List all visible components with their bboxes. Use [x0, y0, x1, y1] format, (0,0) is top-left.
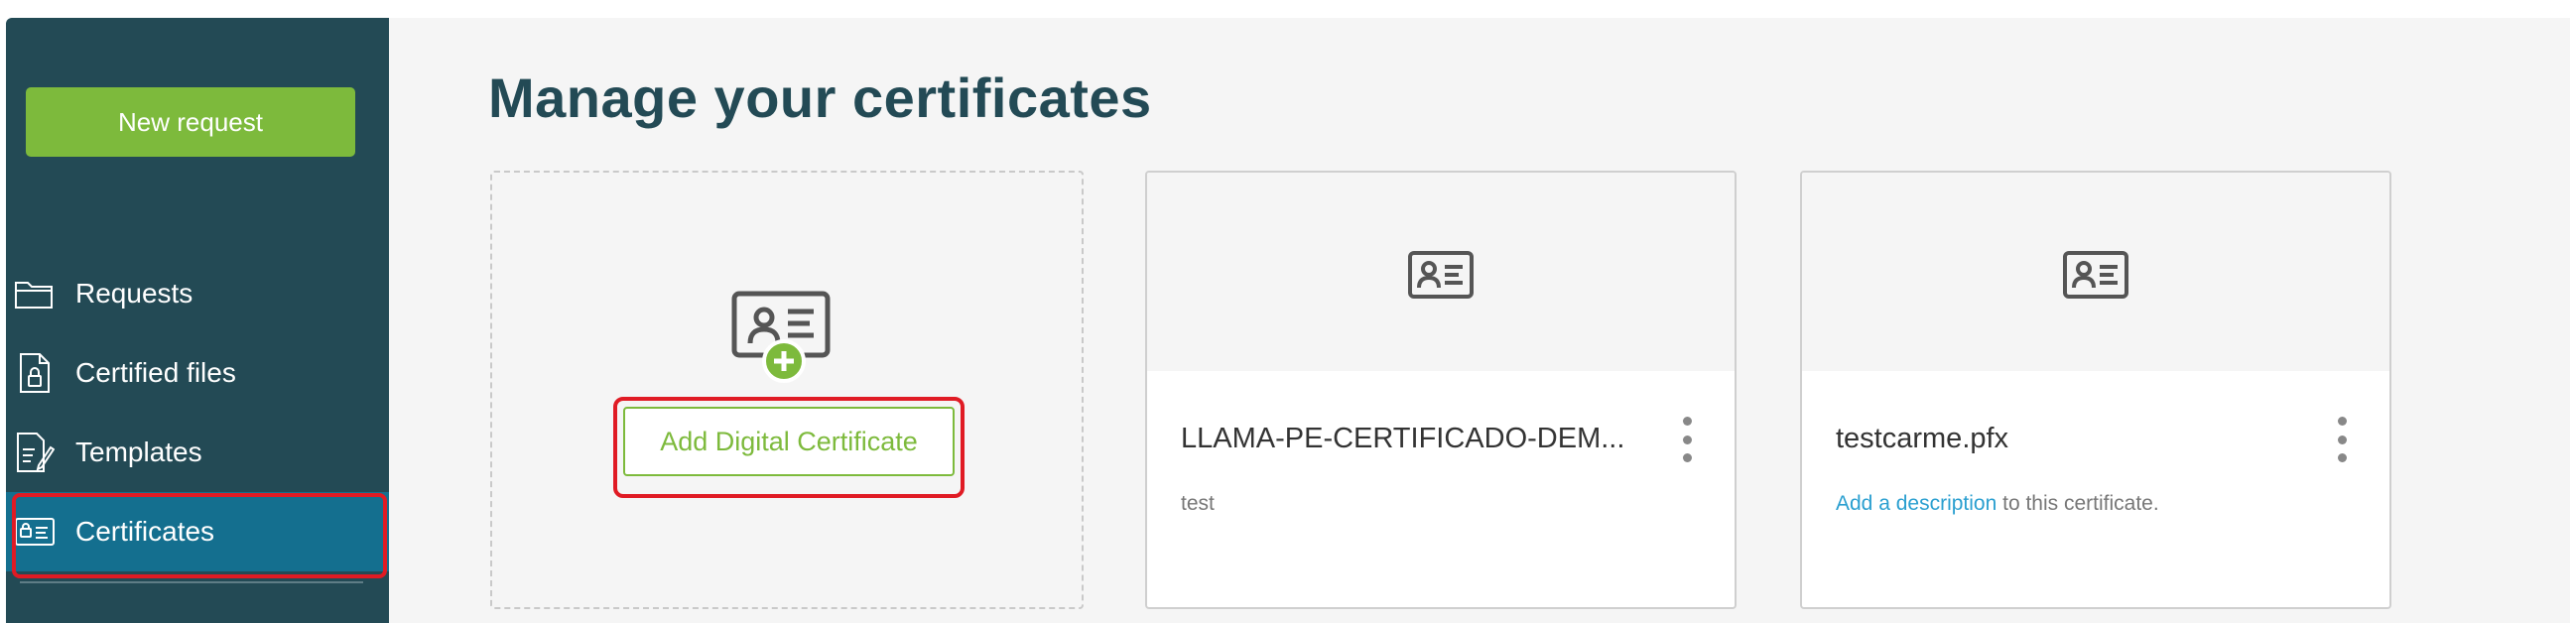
certificate-id-icon [1408, 251, 1474, 299]
certificate-id-icon [2063, 251, 2128, 299]
new-request-button[interactable]: New request [26, 87, 355, 157]
sidebar: New request Requests Certified files Tem… [6, 18, 389, 623]
sidebar-item-label: Requests [75, 278, 193, 309]
sidebar-item-templates[interactable]: Templates [6, 413, 389, 492]
page-title: Manage your certificates [488, 66, 1152, 129]
template-edit-icon [12, 430, 58, 475]
certificate-description: Add a description to this certificate. [1836, 492, 2159, 516]
certificate-card[interactable]: LLAMA-PE-CERTIFICADO-DEM... test [1145, 171, 1737, 609]
app-frame: New request Requests Certified files Tem… [6, 18, 2570, 623]
certificate-description: test [1181, 492, 1215, 515]
sidebar-item-label: Templates [75, 436, 202, 467]
more-options-icon[interactable] [2332, 417, 2352, 462]
certificate-name: LLAMA-PE-CERTIFICADO-DEM... [1181, 423, 1625, 454]
certificate-card-header [1147, 173, 1735, 371]
folder-icon [12, 271, 58, 316]
certificate-add-icon [730, 290, 837, 385]
sidebar-item-requests[interactable]: Requests [6, 254, 389, 333]
add-digital-certificate-button[interactable]: Add Digital Certificate [623, 407, 955, 476]
add-description-link[interactable]: Add a description [1836, 492, 1996, 515]
sidebar-item-label: Certificates [75, 516, 215, 547]
sidebar-divider [20, 581, 363, 583]
locked-file-icon [12, 350, 58, 396]
certificate-name: testcarme.pfx [1836, 423, 2009, 454]
sidebar-item-certified-files[interactable]: Certified files [6, 333, 389, 413]
add-certificate-card: Add Digital Certificate [490, 171, 1084, 609]
sidebar-item-certificates[interactable]: Certificates [6, 492, 389, 578]
certificate-icon [12, 509, 58, 555]
certificate-card-header [1802, 173, 2389, 371]
sidebar-item-label: Certified files [75, 357, 236, 388]
more-options-icon[interactable] [1677, 417, 1697, 462]
certificate-card[interactable]: testcarme.pfx Add a description to this … [1800, 171, 2391, 609]
description-suffix: to this certificate. [1996, 492, 2159, 515]
